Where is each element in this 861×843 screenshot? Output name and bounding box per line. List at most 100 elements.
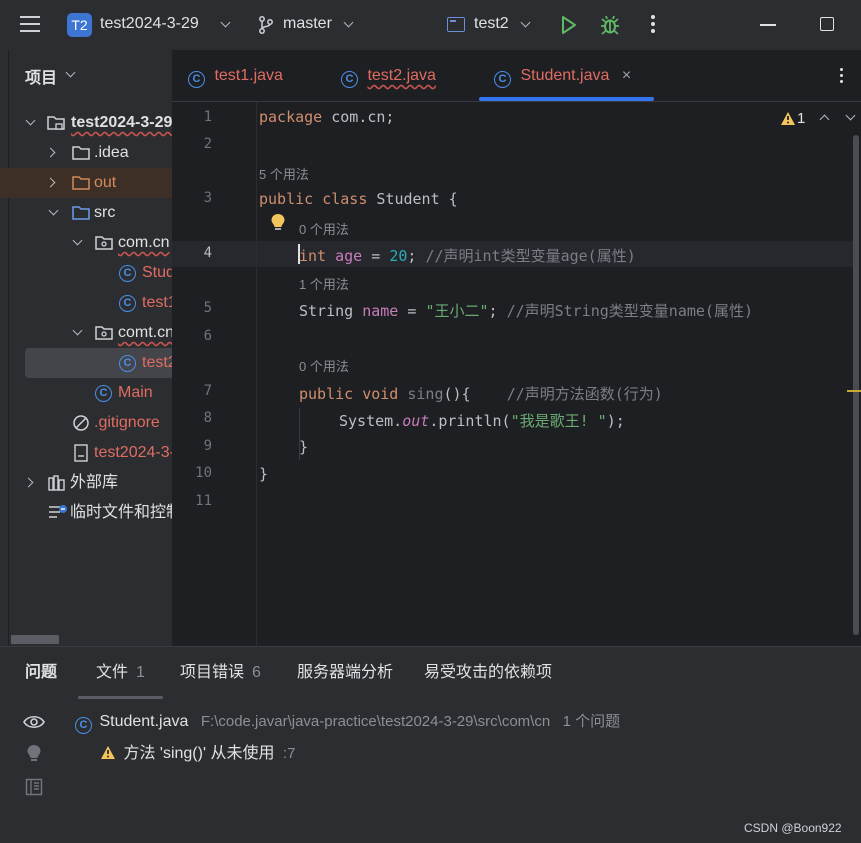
tab-current-file[interactable]: 文件 1	[96, 647, 145, 699]
tab-student-java[interactable]: C Student.java ×	[494, 50, 631, 102]
folder-icon	[72, 146, 90, 160]
warning-count: 1	[797, 110, 806, 127]
project-sidebar: 项目 test2024-3-29 .idea out src com.cn C …	[0, 50, 172, 646]
previous-highlight-icon[interactable]	[819, 114, 830, 125]
active-tab-indicator	[78, 696, 163, 699]
line-number: 6	[203, 328, 212, 344]
tab-test2-java[interactable]: C test2.java	[341, 50, 436, 102]
file-icon	[74, 444, 88, 462]
usages-hint-sing[interactable]: 0 个用法	[299, 356, 349, 375]
editor-vertical-scrollbar[interactable]	[853, 135, 859, 635]
code-line-9: }	[299, 438, 309, 456]
tree-item-label: .idea	[94, 144, 129, 161]
code-line-8: System.out.println("我是歌王! ");	[339, 412, 625, 430]
code-line-5: String name = "王小二"; //声明String类型变量name(…	[299, 302, 753, 320]
tree-item-package-com-cn[interactable]: com.cn	[0, 228, 172, 258]
tree-item-label: com.cn	[118, 234, 170, 251]
tab-label: test1.java	[214, 67, 283, 84]
scratches-icon	[49, 505, 67, 518]
tree-item-external-libraries[interactable]: 外部库	[0, 468, 172, 498]
next-highlight-icon[interactable]	[845, 110, 856, 121]
code-line-3: public class Student {	[259, 190, 458, 208]
tree-item-project-root[interactable]: test2024-3-29	[0, 108, 172, 138]
tab-server-analysis[interactable]: 服务器端分析	[297, 647, 393, 699]
tree-item-src[interactable]: src	[0, 198, 172, 228]
source-folder-icon	[72, 206, 90, 220]
tree-item-student[interactable]: C Student	[0, 258, 172, 288]
tree-item-idea[interactable]: .idea	[0, 138, 172, 168]
inspection-widget[interactable]: 1	[778, 108, 858, 130]
tree-item-label: .gitignore	[94, 414, 160, 431]
project-switcher[interactable]: T2 test2024-3-29	[67, 12, 237, 38]
tab-actions-icon[interactable]	[839, 68, 845, 86]
problem-line: :7	[282, 745, 296, 762]
line-number: 5	[203, 300, 212, 316]
module-folder-icon	[47, 116, 65, 130]
tree-item-scratches[interactable]: 临时文件和控制台	[0, 498, 172, 528]
class-icon: C	[75, 717, 92, 734]
problem-message: 方法 'sing()' 从未使用	[123, 745, 275, 762]
class-icon: C	[341, 71, 358, 88]
tree-item-test2[interactable]: C test2	[0, 348, 172, 378]
debug-icon[interactable]	[599, 14, 621, 36]
tree-item-test1[interactable]: C test1	[0, 288, 172, 318]
warning-stripe-marker[interactable]	[847, 390, 861, 392]
watermark: CSDN @Boon922	[744, 821, 842, 835]
problem-file-count: 1 个问题	[562, 713, 621, 730]
tree-item-label: test1	[142, 294, 172, 311]
tab-problems-title: 问题	[25, 664, 58, 681]
usages-hint-name[interactable]: 1 个用法	[299, 274, 349, 293]
line-number: 7	[203, 383, 212, 399]
problem-file-node[interactable]: C Student.java F:\code.javar\java-practi…	[75, 710, 715, 734]
code-line-1: package com.cn;	[259, 108, 395, 126]
editor-tab-bar: C test1.java C test2.java C Student.java…	[172, 50, 861, 102]
tree-item-out[interactable]: out	[0, 168, 172, 198]
tree-item-label: Main	[118, 384, 153, 401]
project-badge: T2	[67, 13, 92, 37]
tree-item-gitignore[interactable]: .gitignore	[0, 408, 172, 438]
tab-test1-java[interactable]: C test1.java	[188, 50, 283, 102]
problem-item[interactable]: 方法 'sing()' 从未使用 :7	[100, 739, 500, 762]
preview-icon[interactable]	[25, 778, 43, 796]
usages-hint-class[interactable]: 5 个用法	[259, 164, 309, 183]
tree-item-main[interactable]: C Main	[0, 378, 172, 408]
usages-hint-age[interactable]: 0 个用法	[299, 219, 349, 238]
line-number: 2	[203, 136, 212, 152]
tab-label: test2.java	[367, 67, 436, 84]
tab-vulnerable-dependencies[interactable]: 易受攻击的依赖项	[424, 647, 552, 699]
problem-file-name: Student.java	[99, 713, 189, 730]
branch-switcher[interactable]: master	[258, 12, 358, 38]
tree-item-package-comt-cn[interactable]: comt.cn	[0, 318, 172, 348]
maximize-button[interactable]	[820, 17, 834, 31]
chevron-down-icon	[48, 205, 59, 216]
horizontal-scrollbar[interactable]	[11, 635, 59, 644]
tree-item-label: comt.cn	[118, 324, 172, 341]
package-icon	[95, 236, 113, 250]
class-icon: C	[494, 71, 511, 88]
tree-item-label: src	[94, 204, 116, 221]
line-number: 11	[195, 493, 212, 509]
close-icon[interactable]: ×	[622, 67, 631, 84]
run-config-name: test2	[474, 15, 509, 32]
run-config-selector[interactable]: test2	[447, 12, 537, 38]
sidebar-header: 项目	[25, 70, 58, 87]
line-number: 3	[203, 190, 212, 206]
more-actions-icon[interactable]	[650, 15, 656, 35]
tree-item-label: 外部库	[70, 474, 119, 491]
lightbulb-icon[interactable]	[26, 744, 42, 764]
code-editor[interactable]	[172, 50, 861, 646]
chevron-down-icon	[25, 115, 36, 126]
tree-item-iml[interactable]: test2024-3-29.iml	[0, 438, 172, 468]
chevron-right-icon	[23, 477, 34, 488]
tab-project-errors[interactable]: 项目错误 6	[180, 647, 261, 699]
tree-item-label: test2024-3-29	[71, 114, 172, 131]
code-line-4: int age = 20; //声明int类型变量age(属性)	[299, 247, 636, 265]
minimize-button[interactable]	[760, 24, 776, 26]
active-tab-indicator	[479, 97, 654, 101]
code-line-7: public void sing(){ //声明方法函数(行为)	[299, 385, 663, 403]
run-icon[interactable]	[560, 15, 578, 35]
main-menu-button[interactable]	[18, 14, 42, 36]
project-view-selector[interactable]: 项目	[25, 64, 85, 88]
lightbulb-icon[interactable]	[270, 213, 286, 233]
eye-icon[interactable]	[23, 714, 45, 730]
